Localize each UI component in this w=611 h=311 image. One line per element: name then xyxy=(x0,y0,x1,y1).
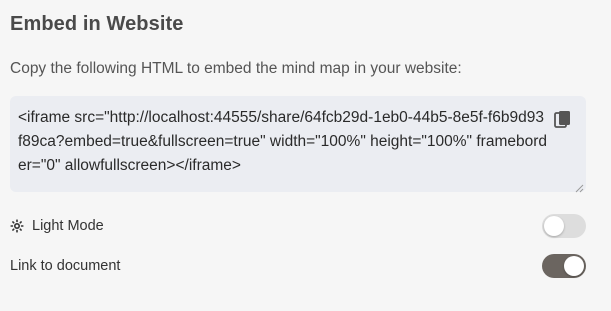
embed-code-textarea[interactable]: <iframe src="http://localhost:44555/shar… xyxy=(10,96,586,193)
embed-panel: Embed in Website Copy the following HTML… xyxy=(0,0,611,311)
copy-icon[interactable] xyxy=(554,110,572,130)
toggle-knob xyxy=(544,216,564,236)
light-mode-toggle[interactable] xyxy=(542,214,586,238)
link-to-document-label: Link to document xyxy=(10,258,121,274)
resize-grip-icon[interactable] xyxy=(574,180,584,193)
toggle-knob xyxy=(564,256,584,276)
embed-code-text[interactable]: <iframe src="http://localhost:44555/shar… xyxy=(18,106,548,178)
light-mode-row: Light Mode xyxy=(10,213,586,239)
embed-title: Embed in Website xyxy=(10,13,184,35)
light-mode-label-group: Light Mode xyxy=(10,218,104,234)
link-to-document-label-group: Link to document xyxy=(10,258,120,274)
embed-description: Copy the following HTML to embed the min… xyxy=(10,60,462,77)
gear-icon xyxy=(10,219,24,233)
link-to-document-row: Link to document xyxy=(10,253,586,279)
link-to-document-toggle[interactable] xyxy=(542,254,586,278)
light-mode-label: Light Mode xyxy=(32,218,104,234)
